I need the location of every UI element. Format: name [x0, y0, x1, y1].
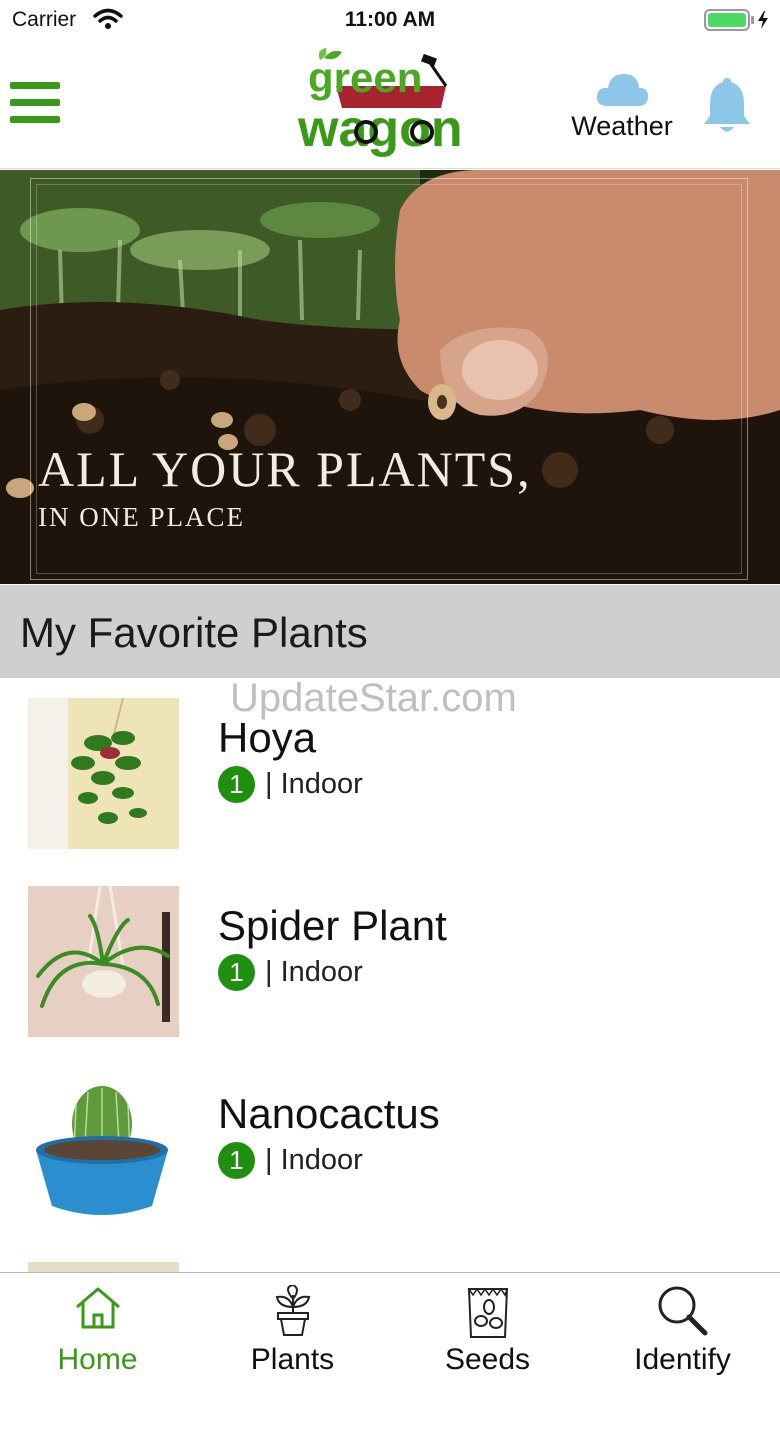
plant-name: Spider Plant: [218, 902, 447, 949]
app-logo: green wagon: [296, 46, 488, 158]
tab-plants-label: Plants: [250, 1343, 335, 1376]
banner-subtitle: IN ONE PLACE: [38, 502, 245, 532]
plant-count-badge: 1: [218, 954, 255, 991]
seed-bag-icon: [390, 1285, 585, 1341]
plant-thumbnail: [28, 698, 179, 849]
plant-category: | Indoor: [265, 768, 363, 800]
list-item[interactable]: Spider Plant 1 | Indoor: [0, 868, 780, 1056]
list-item[interactable]: Nanocactus 1 | Indoor: [0, 1056, 780, 1244]
weather-label: Weather: [571, 111, 673, 141]
favorites-section-header: My Favorite Plants: [0, 585, 780, 678]
plant-category: | Indoor: [265, 1144, 363, 1176]
plant-category: | Indoor: [265, 956, 363, 988]
tab-identify-label: Identify: [634, 1343, 731, 1376]
menu-icon[interactable]: [10, 82, 60, 126]
battery-icon: [704, 9, 770, 36]
tab-seeds-label: Seeds: [444, 1343, 531, 1376]
weather-button[interactable]: Weather: [566, 68, 678, 148]
plant-count-badge: 1: [218, 1142, 255, 1179]
tab-seeds[interactable]: Seeds: [390, 1273, 585, 1388]
app-header: green wagon Weather: [0, 40, 780, 169]
magnifier-icon: [585, 1285, 780, 1341]
cloud-icon: [594, 74, 650, 112]
logo-text-top: green: [308, 54, 422, 101]
plant-thumbnail: [28, 1074, 179, 1225]
tab-plants[interactable]: Plants: [195, 1273, 390, 1388]
clock: 11:00 AM: [344, 8, 436, 31]
tab-home-label: Home: [57, 1343, 138, 1376]
status-bar: Carrier 11:00 AM: [0, 0, 780, 40]
tab-identify[interactable]: Identify: [585, 1273, 780, 1388]
plant-name: Nanocactus: [218, 1090, 440, 1137]
home-icon: [0, 1285, 195, 1341]
logo-text-bottom: wagon: [297, 100, 463, 158]
banner-title: ALL YOUR PLANTS,: [38, 441, 532, 497]
plant-thumbnail: [28, 886, 179, 1037]
potted-plant-icon: [195, 1285, 390, 1341]
hero-banner: ALL YOUR PLANTS, IN ONE PLACE: [0, 170, 780, 584]
notification-bell-icon[interactable]: [700, 74, 754, 139]
section-title: My Favorite Plants: [20, 609, 368, 656]
tab-home[interactable]: Home: [0, 1273, 195, 1388]
plant-count-badge: 1: [218, 766, 255, 803]
plant-name: Hoya: [218, 714, 317, 761]
bottom-tab-bar: Home Plants Seeds Identify: [0, 1272, 780, 1388]
watermark: UpdateStar.com: [230, 676, 517, 720]
